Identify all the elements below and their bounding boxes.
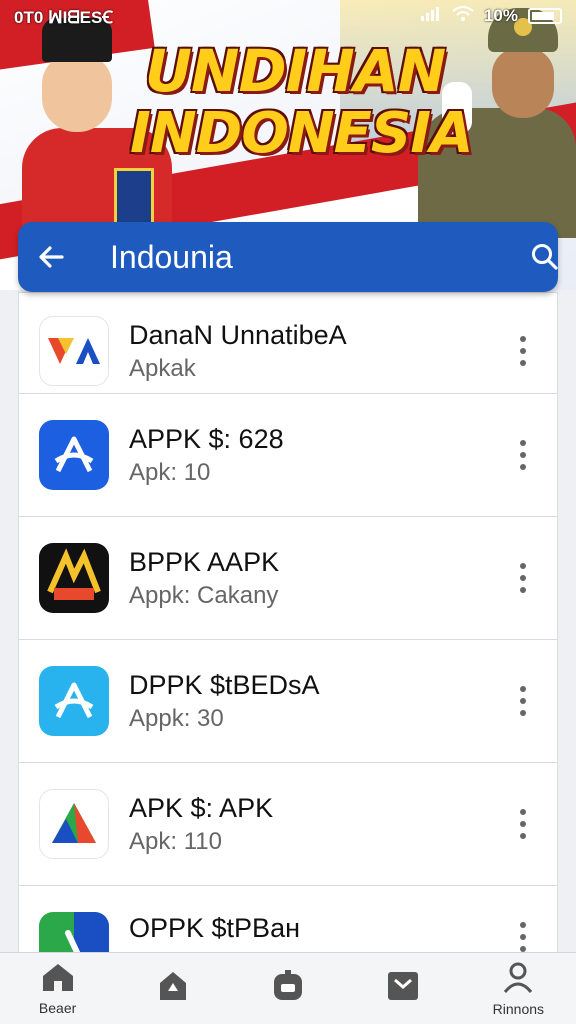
store-icon xyxy=(156,969,190,1008)
list-item[interactable]: OPPK $tPBaн xyxy=(18,885,558,952)
green-blue-icon xyxy=(39,912,109,952)
search-bar xyxy=(18,222,558,292)
game-logo-icon xyxy=(39,543,109,613)
app-subtitle: Apk: 10 xyxy=(129,459,211,487)
more-options-icon[interactable] xyxy=(509,799,537,849)
app-name: BPPK AAPK xyxy=(129,546,280,577)
wifi-icon xyxy=(452,5,474,27)
banner-title: UNDIHAN INDONESIA xyxy=(130,37,473,166)
more-options-icon[interactable] xyxy=(509,326,537,376)
person-left-card xyxy=(114,168,154,228)
app-subtitle: Appk: Cakany xyxy=(129,582,279,610)
search-icon[interactable] xyxy=(530,239,560,275)
nav-inbox[interactable] xyxy=(353,953,453,1024)
app-meta: DPPK $tBEDsA Appk: 30 xyxy=(129,669,509,733)
person-left-face xyxy=(42,54,112,132)
banner-title-line1: UNDIHAN xyxy=(144,37,446,105)
nav-profile-label: Rinnons xyxy=(492,1001,545,1017)
status-time: 0T0 ꟽIᗺESꞒ xyxy=(14,7,113,27)
home-icon xyxy=(40,961,76,998)
app-subtitle: Appk: 30 xyxy=(129,705,224,733)
inbox-icon xyxy=(386,970,420,1007)
app-meta: DanaN UnnatibeA Apkak xyxy=(129,319,509,383)
nav-apps[interactable] xyxy=(238,953,338,1024)
app-meta: APK $: APK Apk: 110 xyxy=(129,792,509,856)
person-right-face xyxy=(492,48,554,118)
profile-icon xyxy=(501,960,535,999)
triangle-logo-icon xyxy=(39,789,109,859)
nav-home[interactable]: Beaer xyxy=(8,953,108,1024)
apps-icon xyxy=(271,969,305,1008)
status-bar: 0T0 ꟽIᗺESꞒ 10% xyxy=(0,0,576,32)
nav-home-label: Beaer xyxy=(38,1000,77,1016)
back-arrow-icon[interactable] xyxy=(36,241,66,273)
app-name: DanaN UnnatibeA xyxy=(129,319,347,350)
battery-icon xyxy=(528,8,562,24)
app-name: APK $: APK xyxy=(129,792,274,823)
app-subtitle: Apkak xyxy=(129,355,196,383)
cyan-a-icon xyxy=(39,666,109,736)
more-options-icon[interactable] xyxy=(509,553,537,603)
banner-title-line2: INDONESIA xyxy=(130,101,473,166)
blue-a-icon xyxy=(39,420,109,490)
bottom-nav: Beaer Rinnons xyxy=(0,952,576,1024)
nav-store[interactable] xyxy=(123,953,223,1024)
list-item[interactable]: BPPK AAPK Appk: Cakany xyxy=(18,516,558,640)
app-list: DanaN UnnatibeA Apkak APPK $: 628 Apk: 1… xyxy=(18,292,558,952)
app-meta: BPPK AAPK Appk: Cakany xyxy=(129,546,509,610)
search-input[interactable] xyxy=(110,238,530,276)
va-logo-icon xyxy=(39,316,109,386)
more-options-icon[interactable] xyxy=(509,912,537,952)
app-meta: APPK $: 628 Apk: 10 xyxy=(129,423,509,487)
app-meta: OPPK $tPBaн xyxy=(129,912,509,944)
app-name: OPPK $tPBaн xyxy=(129,913,300,943)
list-item[interactable]: APPK $: 628 Apk: 10 xyxy=(18,393,558,517)
status-icons: 10% xyxy=(420,5,562,27)
app-name: DPPK $tBEDsA xyxy=(129,669,320,700)
app-subtitle: Apk: 110 xyxy=(129,828,222,856)
more-options-icon[interactable] xyxy=(509,430,537,480)
signal-icon xyxy=(420,6,442,27)
more-options-icon[interactable] xyxy=(509,676,537,726)
list-item[interactable]: APK $: APK Apk: 110 xyxy=(18,762,558,886)
list-item[interactable]: DPPK $tBEDsA Appk: 30 xyxy=(18,639,558,763)
app-name: APPK $: 628 xyxy=(129,423,284,454)
nav-profile[interactable]: Rinnons xyxy=(468,953,568,1024)
battery-percent: 10% xyxy=(483,6,518,25)
